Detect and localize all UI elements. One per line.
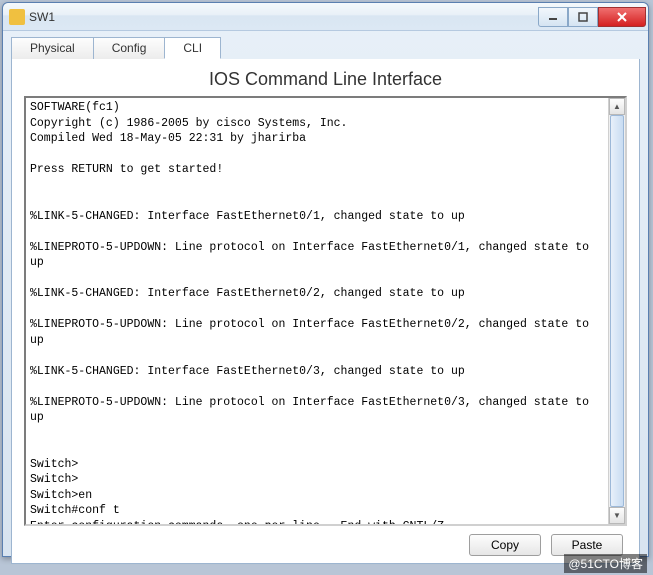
scrollbar[interactable]: ▲ ▼ [608,98,625,524]
close-button[interactable] [598,7,646,27]
copy-button[interactable]: Copy [469,534,541,556]
watermark: @51CTO博客 [564,554,647,573]
titlebar[interactable]: SW1 [3,3,648,31]
app-icon [9,9,25,25]
scroll-track[interactable] [609,115,625,507]
tab-physical[interactable]: Physical [11,37,94,59]
tab-bar: Physical Config CLI [3,31,648,59]
window-title: SW1 [29,10,538,24]
terminal-output[interactable]: SOFTWARE(fc1) Copyright (c) 1986-2005 by… [26,98,608,524]
tab-cli[interactable]: CLI [164,37,221,59]
paste-button[interactable]: Paste [551,534,623,556]
minimize-button[interactable] [538,7,568,27]
window-controls [538,7,646,27]
maximize-button[interactable] [568,7,598,27]
tab-content: IOS Command Line Interface SOFTWARE(fc1)… [11,59,640,564]
terminal-container: SOFTWARE(fc1) Copyright (c) 1986-2005 by… [24,96,627,526]
app-window: SW1 Physical Config CLI IOS Command Line… [2,2,649,557]
scroll-up-button[interactable]: ▲ [609,98,625,115]
page-heading: IOS Command Line Interface [18,69,633,90]
tab-config[interactable]: Config [93,37,166,59]
scroll-thumb[interactable] [610,115,624,507]
scroll-down-button[interactable]: ▼ [609,507,625,524]
button-row: Copy Paste [18,526,633,556]
